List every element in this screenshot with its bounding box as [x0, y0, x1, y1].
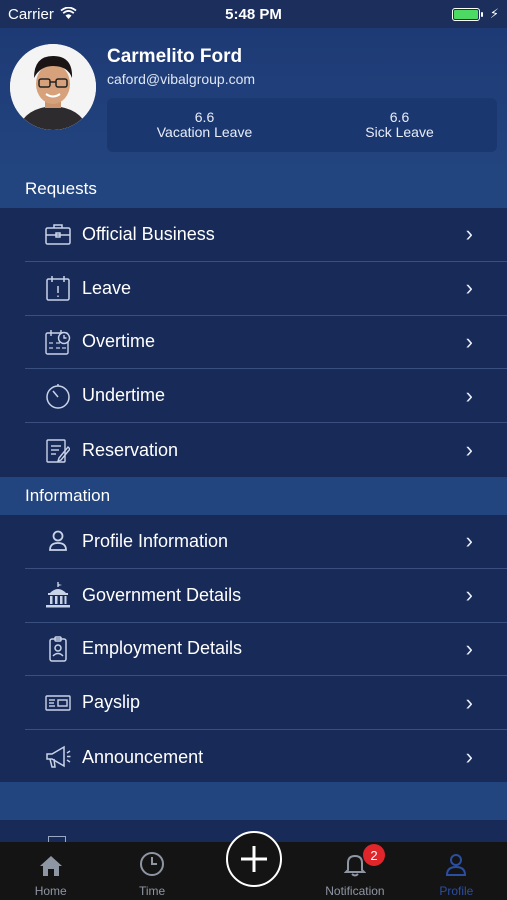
wifi-icon — [60, 6, 77, 23]
chevron-right-icon: › — [465, 382, 473, 408]
carrier-label: Carrier — [8, 5, 54, 23]
list-item-reservation[interactable]: Reservation › — [25, 423, 507, 477]
list-item-leave[interactable]: Leave › — [25, 262, 507, 316]
chevron-right-icon: › — [465, 582, 473, 608]
chevron-right-icon: › — [465, 328, 473, 354]
add-request-button[interactable] — [226, 831, 282, 887]
list-item-profile-information[interactable]: Profile Information › — [25, 515, 507, 569]
requests-list: Official Business › Leave › Overtime › U… — [0, 208, 507, 477]
sick-leave-balance: 6.6 Sick Leave — [302, 98, 497, 152]
list-item-overtime[interactable]: Overtime › — [25, 316, 507, 370]
list-item-undertime[interactable]: Undertime › — [25, 369, 507, 424]
list-item-label: Undertime — [82, 385, 166, 406]
tab-profile[interactable]: Profile — [406, 842, 507, 900]
chevron-right-icon: › — [465, 635, 473, 661]
leave-balance-card: 6.6 Vacation Leave 6.6 Sick Leave — [107, 98, 497, 152]
megaphone-icon — [43, 742, 73, 772]
list-item-label: Profile Information — [82, 530, 229, 551]
payslip-icon — [43, 688, 73, 718]
chevron-right-icon: › — [465, 689, 473, 715]
chevron-right-icon: › — [465, 744, 473, 770]
list-item-label: Leave — [82, 277, 132, 298]
user-email: caford@vibalgroup.com — [107, 71, 256, 87]
tab-home[interactable]: Home — [0, 842, 101, 900]
list-item-label: Reservation — [82, 439, 179, 460]
section-header-requests: Requests — [0, 170, 507, 208]
list-item-government-details[interactable]: Government Details › — [25, 569, 507, 623]
clock-icon — [140, 852, 165, 876]
list-item-label: Overtime — [82, 331, 156, 352]
list-item-official-business[interactable]: Official Business › — [25, 208, 507, 262]
section-title-information: Information — [25, 486, 111, 505]
stopwatch-icon — [43, 381, 73, 411]
list-item-label: Announcement — [82, 746, 204, 767]
chevron-right-icon: › — [465, 437, 473, 463]
user-name: Carmelito Ford — [107, 46, 243, 67]
tab-label-home: Home — [34, 884, 67, 898]
profile-icon — [446, 854, 467, 876]
list-item-payslip[interactable]: Payslip › — [25, 676, 507, 731]
calendar-clock-icon — [43, 327, 73, 357]
chevron-right-icon: › — [465, 275, 473, 301]
list-item-label: Government Details — [82, 584, 242, 605]
vacation-leave-value: 6.6 — [194, 109, 215, 125]
profile-header: Carmelito Ford caford@vibalgroup.com 6.6… — [0, 28, 507, 170]
government-building-icon — [43, 580, 73, 610]
plus-icon — [241, 846, 267, 872]
tab-label-profile: Profile — [439, 884, 474, 898]
section-title-requests: Requests — [25, 179, 97, 198]
clipboard-edit-icon — [43, 435, 73, 465]
list-item-announcement[interactable]: Announcement › — [25, 730, 507, 784]
tab-label-time: Time — [138, 884, 166, 898]
vacation-leave-balance: 6.6 Vacation Leave — [107, 98, 302, 152]
tab-label-notification: Notification — [325, 884, 385, 898]
notification-badge: 2 — [363, 844, 385, 866]
person-icon — [43, 526, 73, 556]
list-item-employment-details[interactable]: Employment Details › — [25, 623, 507, 677]
sick-leave-label: Sick Leave — [365, 124, 434, 140]
charging-icon: ⚡ — [489, 6, 499, 21]
chevron-right-icon: › — [465, 221, 473, 247]
home-icon — [39, 856, 62, 876]
list-item-label: Payslip — [82, 692, 141, 713]
calendar-alert-icon — [43, 273, 73, 303]
sick-leave-value: 6.6 — [389, 109, 410, 125]
section-spacer — [0, 782, 507, 820]
status-bar: Carrier 5:48 PM ⚡ — [0, 0, 507, 28]
avatar[interactable] — [10, 44, 96, 130]
id-badge-icon — [43, 634, 73, 664]
list-item-label: Official Business — [82, 223, 215, 244]
battery-icon — [451, 7, 483, 21]
tab-notification[interactable]: Notification — [304, 842, 405, 900]
tab-time[interactable]: Time — [101, 842, 202, 900]
vacation-leave-label: Vacation Leave — [156, 124, 253, 140]
list-item-label: Employment Details — [82, 638, 243, 659]
information-list: Profile Information › Government Details… — [0, 515, 507, 782]
chevron-right-icon: › — [465, 528, 473, 554]
section-header-information: Information — [0, 477, 507, 515]
briefcase-icon — [43, 219, 73, 249]
